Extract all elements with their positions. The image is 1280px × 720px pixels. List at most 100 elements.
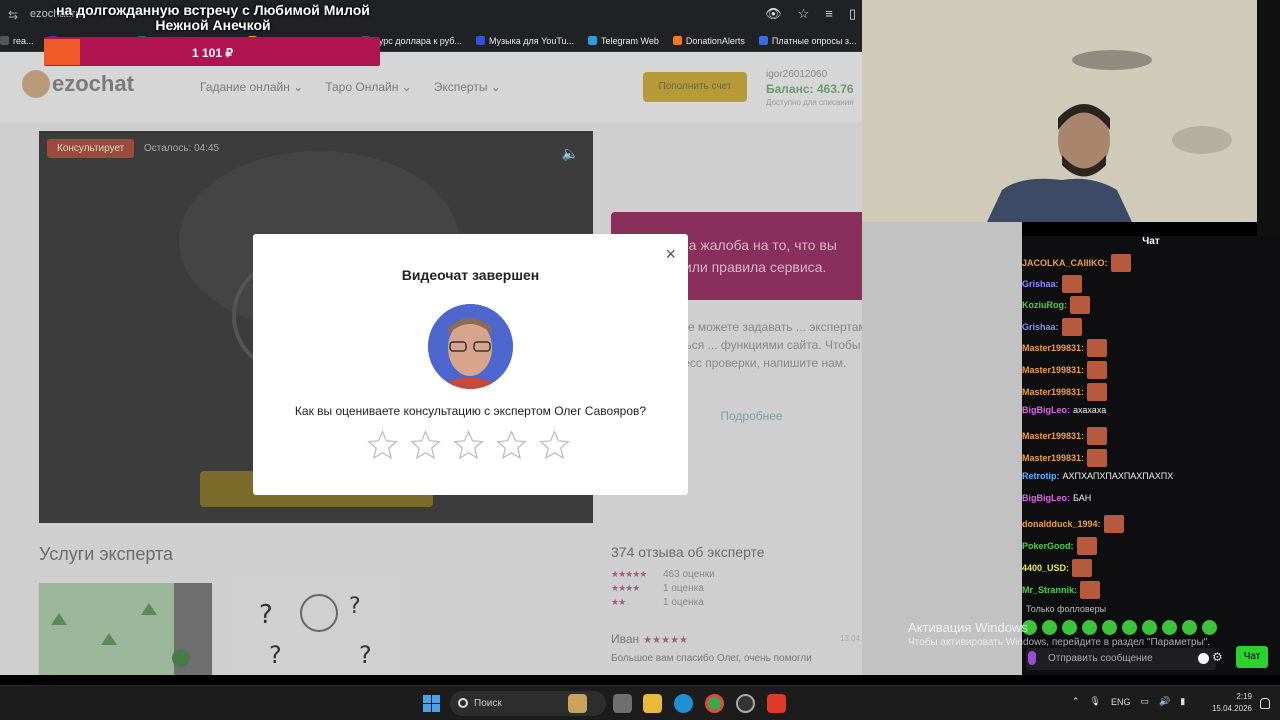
notification-bell-icon[interactable] [1260,698,1270,709]
search-label: Поиск [474,698,502,709]
chat-username[interactable]: BigBigLeo: [1022,493,1070,503]
chat-emote-icon [1076,537,1097,555]
task-view-icon[interactable] [613,694,632,713]
chat-message: Mr_Strannik: [1022,581,1101,599]
bookmark-item[interactable]: Telegram Web [588,36,659,46]
nav-item[interactable]: Гадание онлайн ⌄ [200,80,303,94]
lightbulb-thumbnail: ? ? ? ? [229,583,402,675]
obs-icon[interactable] [736,694,755,713]
battery-icon[interactable]: ▮ [1180,696,1185,707]
chat-message: Master199831: [1022,383,1108,401]
chat-username[interactable]: Mr_Strannik: [1022,585,1077,595]
network-icon[interactable]: ▭ [1141,696,1150,707]
chrome-browser-icon[interactable] [705,694,724,713]
followers-only-notice: Только фолловеры [1026,604,1107,614]
sidebar-icon[interactable]: ▯ [849,6,856,22]
playlist-icon[interactable]: ≡ [825,6,833,22]
bookmark-favicon-icon [0,36,9,45]
chat-message: BigBigLeo: БАН [1022,493,1091,503]
bookmark-item[interactable]: DonationAlerts [672,35,745,46]
bookmark-label: Telegram Web [601,35,659,46]
logo-text: ezochat [52,71,134,96]
bookmark-label: DonationAlerts [685,35,745,46]
service-card-map[interactable] [39,583,212,675]
activation-title: Активация Windows [908,620,1028,635]
rating-star-5-icon[interactable] [538,429,571,462]
svg-text:?: ? [269,641,282,669]
chat-message: Master199831: [1022,361,1108,379]
chat-emote-icon [1087,361,1108,379]
chat-username[interactable]: Master199831: [1022,365,1084,375]
chat-username[interactable]: PokerGood: [1022,541,1074,551]
topup-button[interactable]: Пополнить счет [643,72,747,102]
chat-username[interactable]: Master199831: [1022,387,1084,397]
reviewer-name: Иван [611,632,640,646]
rating-star-3-icon[interactable] [452,429,485,462]
chat-username[interactable]: donaldduck_1994: [1022,519,1101,529]
bookmark-item[interactable]: Музыка для YouTu... [475,36,574,46]
chat-emote-icon [1070,296,1090,314]
clock[interactable]: 2:19 15.04.2026 [1208,691,1252,715]
chat-username[interactable]: Retrotip: [1022,471,1060,481]
chat-emote-icon [1087,427,1108,445]
chat-username[interactable]: JACOLKA_CAIIIKO: [1022,258,1108,268]
chat-username[interactable]: Master199831: [1022,453,1084,463]
volume-icon[interactable]: 🔊 [1159,696,1170,707]
windows-start-icon[interactable] [423,695,440,712]
chat-username[interactable]: Grishaa: [1022,279,1059,289]
rating-star-1-icon[interactable] [366,429,399,462]
username[interactable]: igor26012060 [766,69,827,80]
edge-browser-icon[interactable] [674,694,693,713]
language-indicator[interactable]: ENG [1111,697,1131,707]
nav-item[interactable]: Эксперты ⌄ [434,80,501,94]
screen-gap [0,675,1280,685]
eye-off-icon[interactable]: 👁 [765,6,782,22]
chat-username[interactable]: 4400_USD: [1022,563,1069,573]
chat-emote-icon [1087,383,1108,401]
bookmark-item[interactable]: rea... [0,36,34,46]
chat-username[interactable]: Grishaa: [1022,322,1059,332]
bookmark-item[interactable]: Платные опросы з... [758,36,857,46]
rating-star-2-icon[interactable] [409,429,442,462]
donation-bar: 1 101 ₽ [44,37,380,66]
rating-breakdown-row: ★★★★★ 463 оценки [611,569,715,580]
site-info-icon[interactable]: ⇆ [8,8,24,22]
chat-header: Чат [1142,236,1160,247]
chat-message: PokerGood: [1022,537,1097,555]
reviewer-stars: ★★★★★ [643,635,688,646]
bookmark-label: Курс доллара к руб... [373,35,462,46]
bookmark-star-icon[interactable]: ☆ [798,6,810,22]
chevron-up-icon[interactable]: ⌃ [1072,696,1080,707]
chat-send-button[interactable]: Чат [1236,646,1268,668]
chat-username[interactable]: KoziuRog: [1022,300,1067,310]
chat-emote-icon [1087,449,1108,467]
microphone-icon[interactable]: 🎙 [1090,696,1101,707]
mic-icon[interactable] [1028,651,1036,665]
chat-username[interactable]: Master199831: [1022,343,1084,353]
widgets-icon[interactable] [568,694,587,713]
chat-username[interactable]: Master199831: [1022,431,1084,441]
expert-photo [428,304,513,389]
rating-star-4-icon[interactable] [495,429,528,462]
close-icon[interactable]: × [665,245,676,263]
site-logo[interactable]: ezochat [22,70,134,98]
chat-emote-icon [1061,318,1082,336]
webcam-feed [862,0,1257,222]
gear-icon[interactable]: ⚙ [1212,650,1223,664]
chat-username[interactable]: BigBigLeo: [1022,405,1070,415]
speaker-icon[interactable]: 🔈 [562,145,579,162]
main-nav: Гадание онлайн ⌄ Таро Онлайн ⌄ Эксперты ⌄ [200,80,501,94]
chat-emote-icon [1103,515,1124,533]
service-card-ideas[interactable]: ? ? ? ? [229,583,402,675]
bandicam-icon[interactable] [767,694,786,713]
rating-count: 463 оценки [663,569,715,580]
chat-message: Master199831: [1022,427,1108,445]
emoji-icon[interactable] [1198,653,1209,664]
chat-message: Master199831: [1022,339,1108,357]
chat-message-input[interactable]: Отправить сообщение [1026,648,1216,670]
file-explorer-icon[interactable] [643,694,662,713]
clock-time: 2:19 [1236,692,1252,701]
chat-text: АХПХАПХПАХПАХПАХПХ [1062,471,1174,481]
nav-item[interactable]: Таро Онлайн ⌄ [325,80,412,94]
chat-text: БАН [1073,493,1092,503]
